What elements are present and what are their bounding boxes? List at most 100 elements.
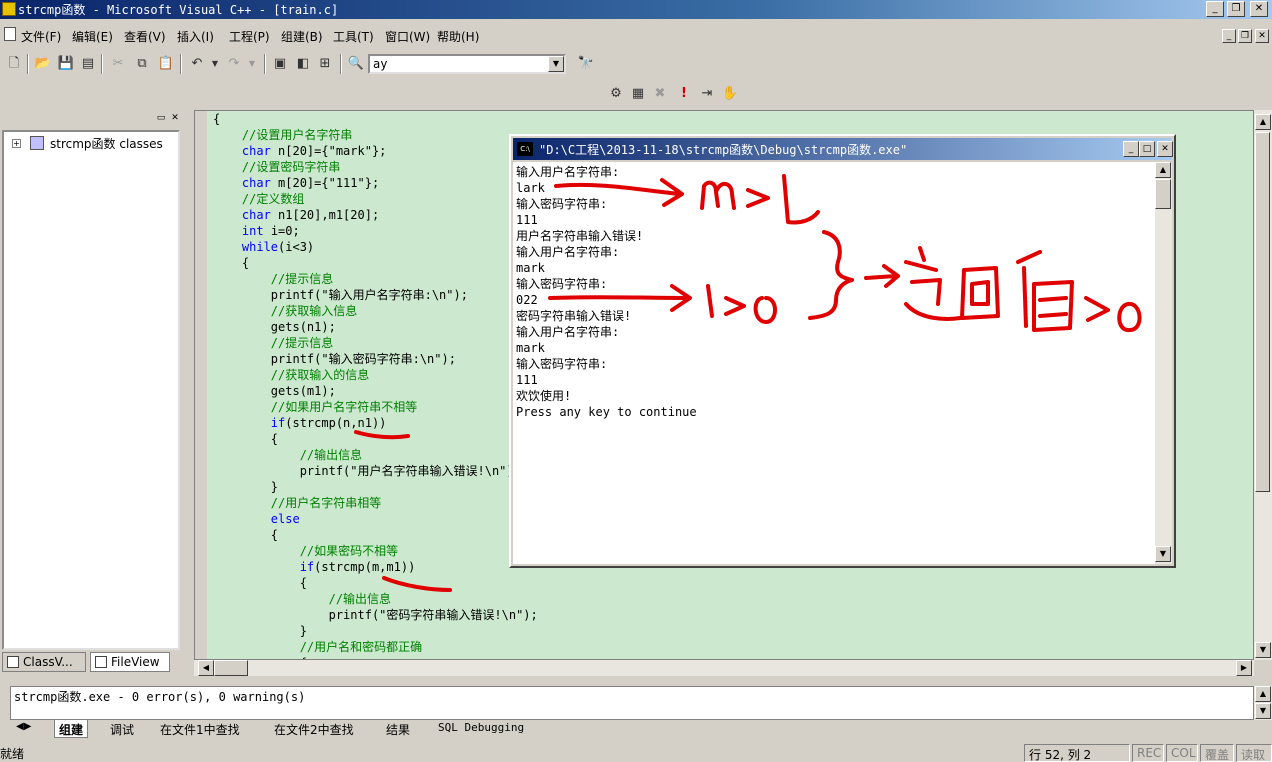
scroll-up-icon[interactable]: ▲	[1155, 162, 1171, 178]
code-line[interactable]: {	[213, 575, 538, 591]
editor-horizontal-scrollbar[interactable]: ◀ ▶	[194, 660, 1254, 676]
scroll-thumb[interactable]	[1155, 179, 1171, 209]
code-line[interactable]: //提示信息	[213, 335, 538, 351]
code-line[interactable]: printf("输入密码字符串:\n");	[213, 351, 538, 367]
code-line[interactable]: char n[20]={"mark"};	[213, 143, 538, 159]
code-line[interactable]: printf("密码字符串输入错误!\n");	[213, 607, 538, 623]
menu-tools[interactable]: 工具(T)	[333, 28, 374, 45]
scroll-left-icon[interactable]: ◀	[198, 660, 214, 676]
code-line[interactable]: {	[213, 431, 538, 447]
redo-dropdown-icon[interactable]: ▼	[242, 54, 262, 74]
code-line[interactable]: //如果密码不相等	[213, 543, 538, 559]
window-list-icon[interactable]: ⊞	[315, 54, 335, 74]
code-line[interactable]: //输出信息	[213, 447, 538, 463]
expand-icon[interactable]: +	[12, 139, 21, 148]
output-icon[interactable]: ◧	[293, 54, 313, 74]
console-minimize-button[interactable]: _	[1123, 141, 1139, 157]
build-icon[interactable]: ▦	[628, 84, 648, 104]
mdi-minimize-button[interactable]: _	[1222, 29, 1236, 43]
scroll-up-icon[interactable]: ▲	[1255, 114, 1271, 130]
console-scrollbar[interactable]: ▲ ▼	[1155, 162, 1172, 564]
menu-build[interactable]: 组建(B)	[281, 28, 323, 45]
source-code[interactable]: { //设置用户名字符串 char n[20]={"mark"}; //设置密码…	[213, 111, 538, 659]
code-line[interactable]: //输出信息	[213, 591, 538, 607]
scroll-down-icon[interactable]: ▼	[1155, 546, 1171, 562]
undo-icon[interactable]: ↶	[187, 54, 207, 74]
code-line[interactable]: printf("用户名字符串输入错误!\n");	[213, 463, 538, 479]
code-line[interactable]: //获取输入信息	[213, 303, 538, 319]
redo-icon[interactable]: ↷	[224, 54, 244, 74]
code-line[interactable]: }	[213, 623, 538, 639]
scroll-right-icon[interactable]: ▶	[1236, 660, 1252, 676]
code-line[interactable]: //用户名字符串相等	[213, 495, 538, 511]
scroll-up-icon[interactable]: ▲	[1255, 686, 1271, 702]
code-line[interactable]: {	[213, 255, 538, 271]
menu-help[interactable]: 帮助(H)	[437, 28, 479, 45]
console-title-bar[interactable]: C:\ "D:\C工程\2013-11-18\strcmp函数\Debug\st…	[513, 138, 1173, 160]
mdi-close-button[interactable]: ✕	[1255, 29, 1269, 43]
console-output-area[interactable]: 输入用户名字符串: lark 输入密码字符串: 111 用户名字符串输入错误! 输入用户名…	[513, 162, 1155, 564]
mdi-restore-button[interactable]: ❐	[1238, 29, 1252, 43]
scroll-down-icon[interactable]: ▼	[1255, 703, 1271, 719]
hscroll-thumb[interactable]	[214, 660, 248, 676]
menu-insert[interactable]: 插入(I)	[177, 28, 214, 45]
code-line[interactable]: //用户名和密码都正确	[213, 639, 538, 655]
code-line[interactable]: //定义数组	[213, 191, 538, 207]
find-in-files-icon[interactable]: 🔍	[346, 54, 366, 74]
save-icon[interactable]: 💾	[56, 54, 76, 74]
code-line[interactable]: //设置用户名字符串	[213, 127, 538, 143]
tab-find-in-files-2[interactable]: 在文件2中查找	[270, 720, 358, 738]
code-line[interactable]: //获取输入的信息	[213, 367, 538, 383]
paste-icon[interactable]: 📋	[156, 54, 176, 74]
menu-edit[interactable]: 编辑(E)	[72, 28, 113, 45]
tab-sql-debugging[interactable]: SQL Debugging	[434, 720, 528, 738]
minimize-button[interactable]: _	[1206, 1, 1224, 17]
breakpoint-icon[interactable]: ✋	[720, 84, 740, 104]
undo-dropdown-icon[interactable]: ▼	[205, 54, 225, 74]
console-maximize-button[interactable]: □	[1139, 141, 1155, 157]
close-button[interactable]: ✕	[1250, 1, 1268, 17]
cut-icon[interactable]: ✂	[108, 54, 128, 74]
save-all-icon[interactable]: ▤	[78, 54, 98, 74]
go-icon[interactable]: ⇥	[697, 84, 717, 104]
code-line[interactable]: gets(m1);	[213, 383, 538, 399]
scroll-down-icon[interactable]: ▼	[1255, 642, 1271, 658]
scroll-thumb[interactable]	[1255, 132, 1270, 492]
console-window[interactable]: C:\ "D:\C工程\2013-11-18\strcmp函数\Debug\st…	[509, 134, 1176, 568]
find-icon[interactable]: 🔭	[576, 54, 596, 74]
code-line[interactable]: gets(n1);	[213, 319, 538, 335]
menu-file[interactable]: 文件(F)	[21, 28, 61, 45]
code-line[interactable]: char m[20]={"111"};	[213, 175, 538, 191]
tab-find-in-files-1[interactable]: 在文件1中查找	[156, 720, 244, 738]
output-scrollbar[interactable]: ▲ ▼	[1254, 686, 1272, 720]
open-folder-icon[interactable]: 📂	[33, 54, 53, 74]
menu-window[interactable]: 窗口(W)	[385, 28, 430, 45]
restore-button[interactable]: ❐	[1227, 1, 1245, 17]
workspace-close-icon[interactable]: ✕	[170, 114, 180, 124]
menu-view[interactable]: 查看(V)	[124, 28, 166, 45]
code-line[interactable]: //提示信息	[213, 271, 538, 287]
console-close-button[interactable]: ✕	[1157, 141, 1173, 157]
menu-project[interactable]: 工程(P)	[229, 28, 270, 45]
new-file-icon[interactable]: 🗋	[4, 54, 24, 74]
tab-fileview[interactable]: FileView	[90, 652, 170, 672]
code-line[interactable]: }	[213, 479, 538, 495]
code-line[interactable]: //如果用户名字符串不相等	[213, 399, 538, 415]
code-line[interactable]: else	[213, 511, 538, 527]
tab-results[interactable]: 结果	[382, 720, 414, 738]
code-line[interactable]: if(strcmp(m,m1))	[213, 559, 538, 575]
execute-icon[interactable]: !	[674, 84, 694, 104]
code-line[interactable]: int i=0;	[213, 223, 538, 239]
class-tree[interactable]: + strcmp函数 classes	[2, 130, 180, 650]
code-line[interactable]: {	[213, 527, 538, 543]
dock-grip-icon[interactable]: ▭	[156, 114, 166, 124]
code-line[interactable]: if(strcmp(n,n1))	[213, 415, 538, 431]
tab-debug[interactable]: 调试	[106, 720, 138, 738]
tab-scroll-left-icon[interactable]: ◀▶	[12, 720, 35, 738]
tab-build[interactable]: 组建	[54, 720, 89, 738]
code-line[interactable]: while(i<3)	[213, 239, 538, 255]
compile-icon[interactable]: ⚙	[606, 84, 626, 104]
code-line[interactable]: printf("输入用户名字符串:\n");	[213, 287, 538, 303]
output-pane[interactable]: strcmp函数.exe - 0 error(s), 0 warning(s)	[10, 686, 1254, 720]
copy-icon[interactable]: ⧉	[132, 54, 152, 74]
